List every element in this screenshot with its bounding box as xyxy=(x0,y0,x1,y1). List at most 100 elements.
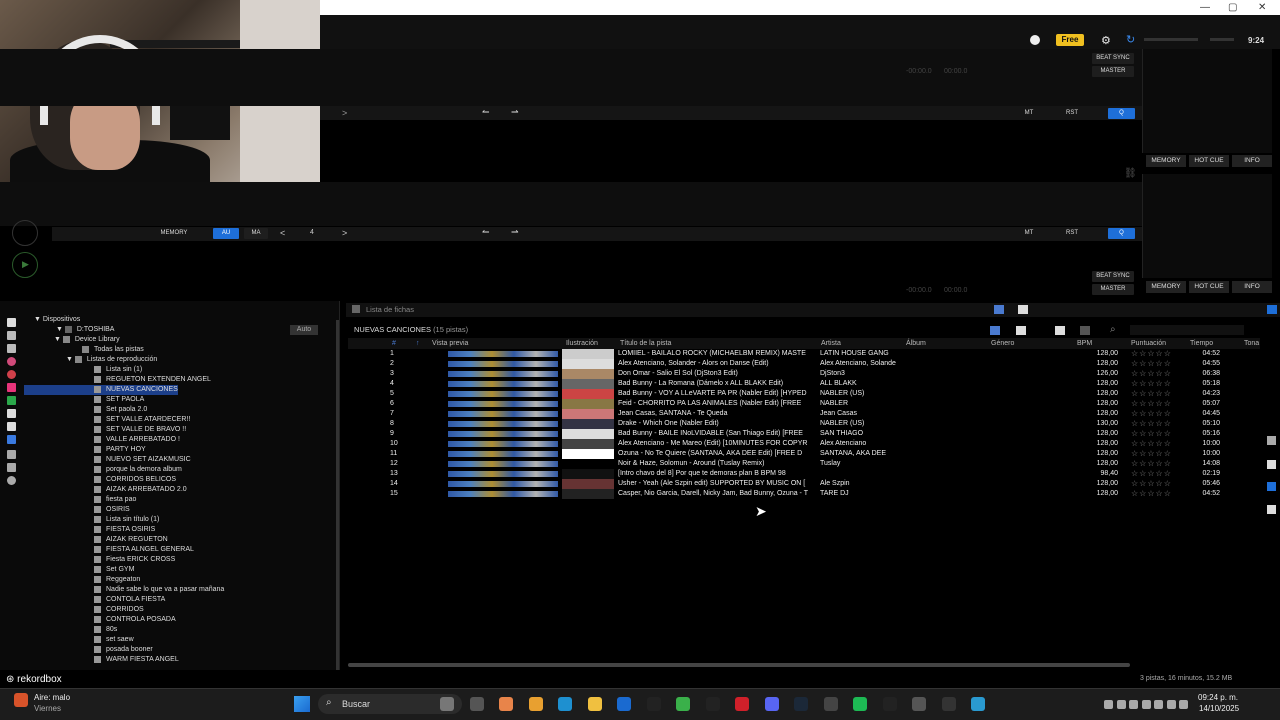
playlist-item[interactable]: CONTROLA POSADA xyxy=(94,615,176,625)
table-row[interactable]: 15 Casper, Nio Garcia, Darell, Nicky Jam,… xyxy=(348,489,1260,499)
col-time[interactable]: Tiempo xyxy=(1190,340,1213,347)
chevron-right-icon[interactable]: > xyxy=(342,108,347,118)
tree-scrollbar[interactable] xyxy=(336,320,339,670)
tag-icon[interactable] xyxy=(7,344,16,353)
rst-button-2[interactable]: RST xyxy=(1061,228,1083,239)
waveform-preview[interactable] xyxy=(448,481,558,487)
beat-sync-button-1[interactable]: BEAT SYNC xyxy=(1092,53,1134,64)
rst-button-1[interactable]: RST xyxy=(1061,108,1083,119)
waveform-preview[interactable] xyxy=(448,491,558,497)
master-button-2[interactable]: MASTER xyxy=(1092,284,1134,295)
search-input[interactable] xyxy=(1130,325,1244,335)
playlist-item[interactable]: Lista sin título (1) xyxy=(94,515,159,525)
taskbar-app-icon[interactable] xyxy=(823,697,838,711)
col-artist[interactable]: Artista xyxy=(821,340,841,347)
playlist-item[interactable]: WARM FIESTA ANGEL xyxy=(94,655,179,665)
sort-asc-icon[interactable]: ↑ xyxy=(416,340,420,347)
waveform-preview[interactable] xyxy=(448,421,558,427)
shift-right-icon[interactable]: ⇀ xyxy=(511,107,519,118)
devices-icon[interactable] xyxy=(7,409,16,418)
gear-icon[interactable]: ⚙ xyxy=(1101,34,1111,47)
playlist-item[interactable]: SET VALLE ATARDECER!! xyxy=(94,415,190,425)
tree-device-library[interactable]: ▼ Device Library xyxy=(54,335,120,345)
table-row[interactable]: 5 Bad Bunny - VOY A LLeVARTE PA PR (Nable… xyxy=(348,389,1260,399)
playlist-item[interactable]: NUEVO SET AIZAKMUSIC xyxy=(94,455,191,465)
taskbar-app-icon[interactable] xyxy=(440,697,454,711)
col-preview[interactable]: Vista previa xyxy=(432,340,468,347)
mt-button-1[interactable]: MT xyxy=(1018,108,1040,119)
rating-stars[interactable]: ☆☆☆☆☆ xyxy=(1131,449,1172,459)
beat-sync-button-2[interactable]: BEAT SYNC xyxy=(1092,271,1134,282)
maximize-button[interactable]: ▢ xyxy=(1228,2,1237,13)
waveform-preview[interactable] xyxy=(448,471,558,477)
weather-label[interactable]: Aire: malo xyxy=(34,693,70,702)
panel-icon[interactable] xyxy=(1267,505,1276,514)
taskbar-app-icon[interactable] xyxy=(558,697,572,711)
info-tab-1[interactable]: INFO xyxy=(1232,155,1272,167)
memory-tab-2[interactable]: MEMORY xyxy=(1146,281,1186,293)
tree-dispositivos[interactable]: ▼ Dispositivos xyxy=(34,315,80,325)
playlist-item[interactable]: SET VALLE DE BRAVO !! xyxy=(94,425,186,435)
table-row[interactable]: 10 Alex Atenciano - Me Mareo (Edit) [10MI… xyxy=(348,439,1260,449)
master-button-1[interactable]: MASTER xyxy=(1092,66,1134,77)
table-row[interactable]: 3 Don Omar - Salio El Sol (DjSton3 Edit) D… xyxy=(348,369,1260,379)
info-tab-2[interactable]: INFO xyxy=(1232,281,1272,293)
rating-stars[interactable]: ☆☆☆☆☆ xyxy=(1131,399,1172,409)
playlist-item[interactable]: FIESTA ALNGEL GENERAL xyxy=(94,545,194,555)
tree-playlists[interactable]: ▼ Listas de reproducción xyxy=(66,355,157,365)
headphone-slider[interactable] xyxy=(1210,38,1234,41)
waveform-preview[interactable] xyxy=(448,441,558,447)
playlist-item[interactable]: fiesta pao xyxy=(94,495,136,505)
tray-icon[interactable] xyxy=(1116,700,1126,709)
close-button[interactable]: ✕ xyxy=(1258,2,1266,13)
quantize-button-1[interactable]: Q xyxy=(1108,108,1135,119)
spotify-icon[interactable] xyxy=(7,396,16,405)
cue-button[interactable] xyxy=(12,220,38,246)
waveform-preview[interactable] xyxy=(448,411,558,417)
taskbar-app-icon[interactable] xyxy=(528,697,543,711)
card-list-label[interactable]: Lista de fichas xyxy=(366,305,414,314)
playlist-item[interactable]: CORRIDOS BELICOS xyxy=(94,475,176,485)
collection-icon[interactable] xyxy=(7,318,16,327)
tray-icon[interactable] xyxy=(1129,700,1138,709)
playlist-item[interactable]: FIESTA OSIRIS xyxy=(94,525,155,535)
table-row[interactable]: 12 Noir & Haze, Solomun - Around (Tuslay … xyxy=(348,459,1260,469)
rating-stars[interactable]: ☆☆☆☆☆ xyxy=(1131,349,1172,359)
search-icon[interactable]: ⌕ xyxy=(1110,324,1116,335)
playlist-item[interactable]: posada booner xyxy=(94,645,153,655)
sync-manager-icon[interactable] xyxy=(7,357,16,366)
chevron-right-icon[interactable]: > xyxy=(342,228,347,238)
list-view-icon[interactable] xyxy=(994,305,1004,314)
taskbar-app-icon[interactable] xyxy=(794,697,808,711)
table-row[interactable]: 9 Bad Bunny - BAILE INoLVIDABLE (San Thia… xyxy=(348,429,1260,439)
minimize-button[interactable]: — xyxy=(1200,2,1210,13)
windows-start-icon[interactable] xyxy=(294,696,310,712)
rating-stars[interactable]: ☆☆☆☆☆ xyxy=(1131,379,1172,389)
col-album[interactable]: Álbum xyxy=(906,340,926,347)
shift-left-icon[interactable]: ↼ xyxy=(482,107,490,118)
table-row[interactable]: 7 Jean Casas, SANTANA - Te Queda Jean Casa… xyxy=(348,409,1260,419)
rating-stars[interactable]: ☆☆☆☆☆ xyxy=(1131,439,1172,449)
free-badge[interactable]: Free xyxy=(1056,34,1084,46)
record-list-icon[interactable] xyxy=(7,476,16,485)
col-title[interactable]: Título de la pista xyxy=(620,340,671,347)
col-key[interactable]: Tona xyxy=(1244,340,1259,347)
table-row[interactable]: 4 Bad Bunny - La Romana (Dámelo x ALL BLA… xyxy=(348,379,1260,389)
rating-stars[interactable]: ☆☆☆☆☆ xyxy=(1131,369,1172,379)
tray-icon[interactable] xyxy=(1166,700,1176,709)
col-num[interactable]: # xyxy=(392,340,396,347)
quantize-button-2[interactable]: Q xyxy=(1108,228,1135,239)
playlist-icon[interactable] xyxy=(7,331,16,340)
playlist-item[interactable]: REGUETON EXTENDEN ANGEL xyxy=(94,375,211,385)
taskbar-app-icon[interactable] xyxy=(853,697,867,711)
waveform-preview[interactable] xyxy=(448,371,558,377)
sync-icon[interactable]: ↻ xyxy=(1126,33,1135,46)
col-artwork[interactable]: Ilustración xyxy=(566,340,598,347)
playlist-item[interactable]: Nadie sabe lo que va a pasar mañana xyxy=(94,585,224,595)
memory-tab-1[interactable]: MEMORY xyxy=(1146,155,1186,167)
table-row[interactable]: 11 Ozuna - No Te Quiere (SANTANA, AKA DEE… xyxy=(348,449,1260,459)
col-genre[interactable]: Género xyxy=(991,340,1014,347)
memory-button-2[interactable]: MEMORY xyxy=(154,228,194,239)
hot-cue-tab-2[interactable]: HOT CUE xyxy=(1189,281,1229,293)
waveform-preview[interactable] xyxy=(448,401,558,407)
